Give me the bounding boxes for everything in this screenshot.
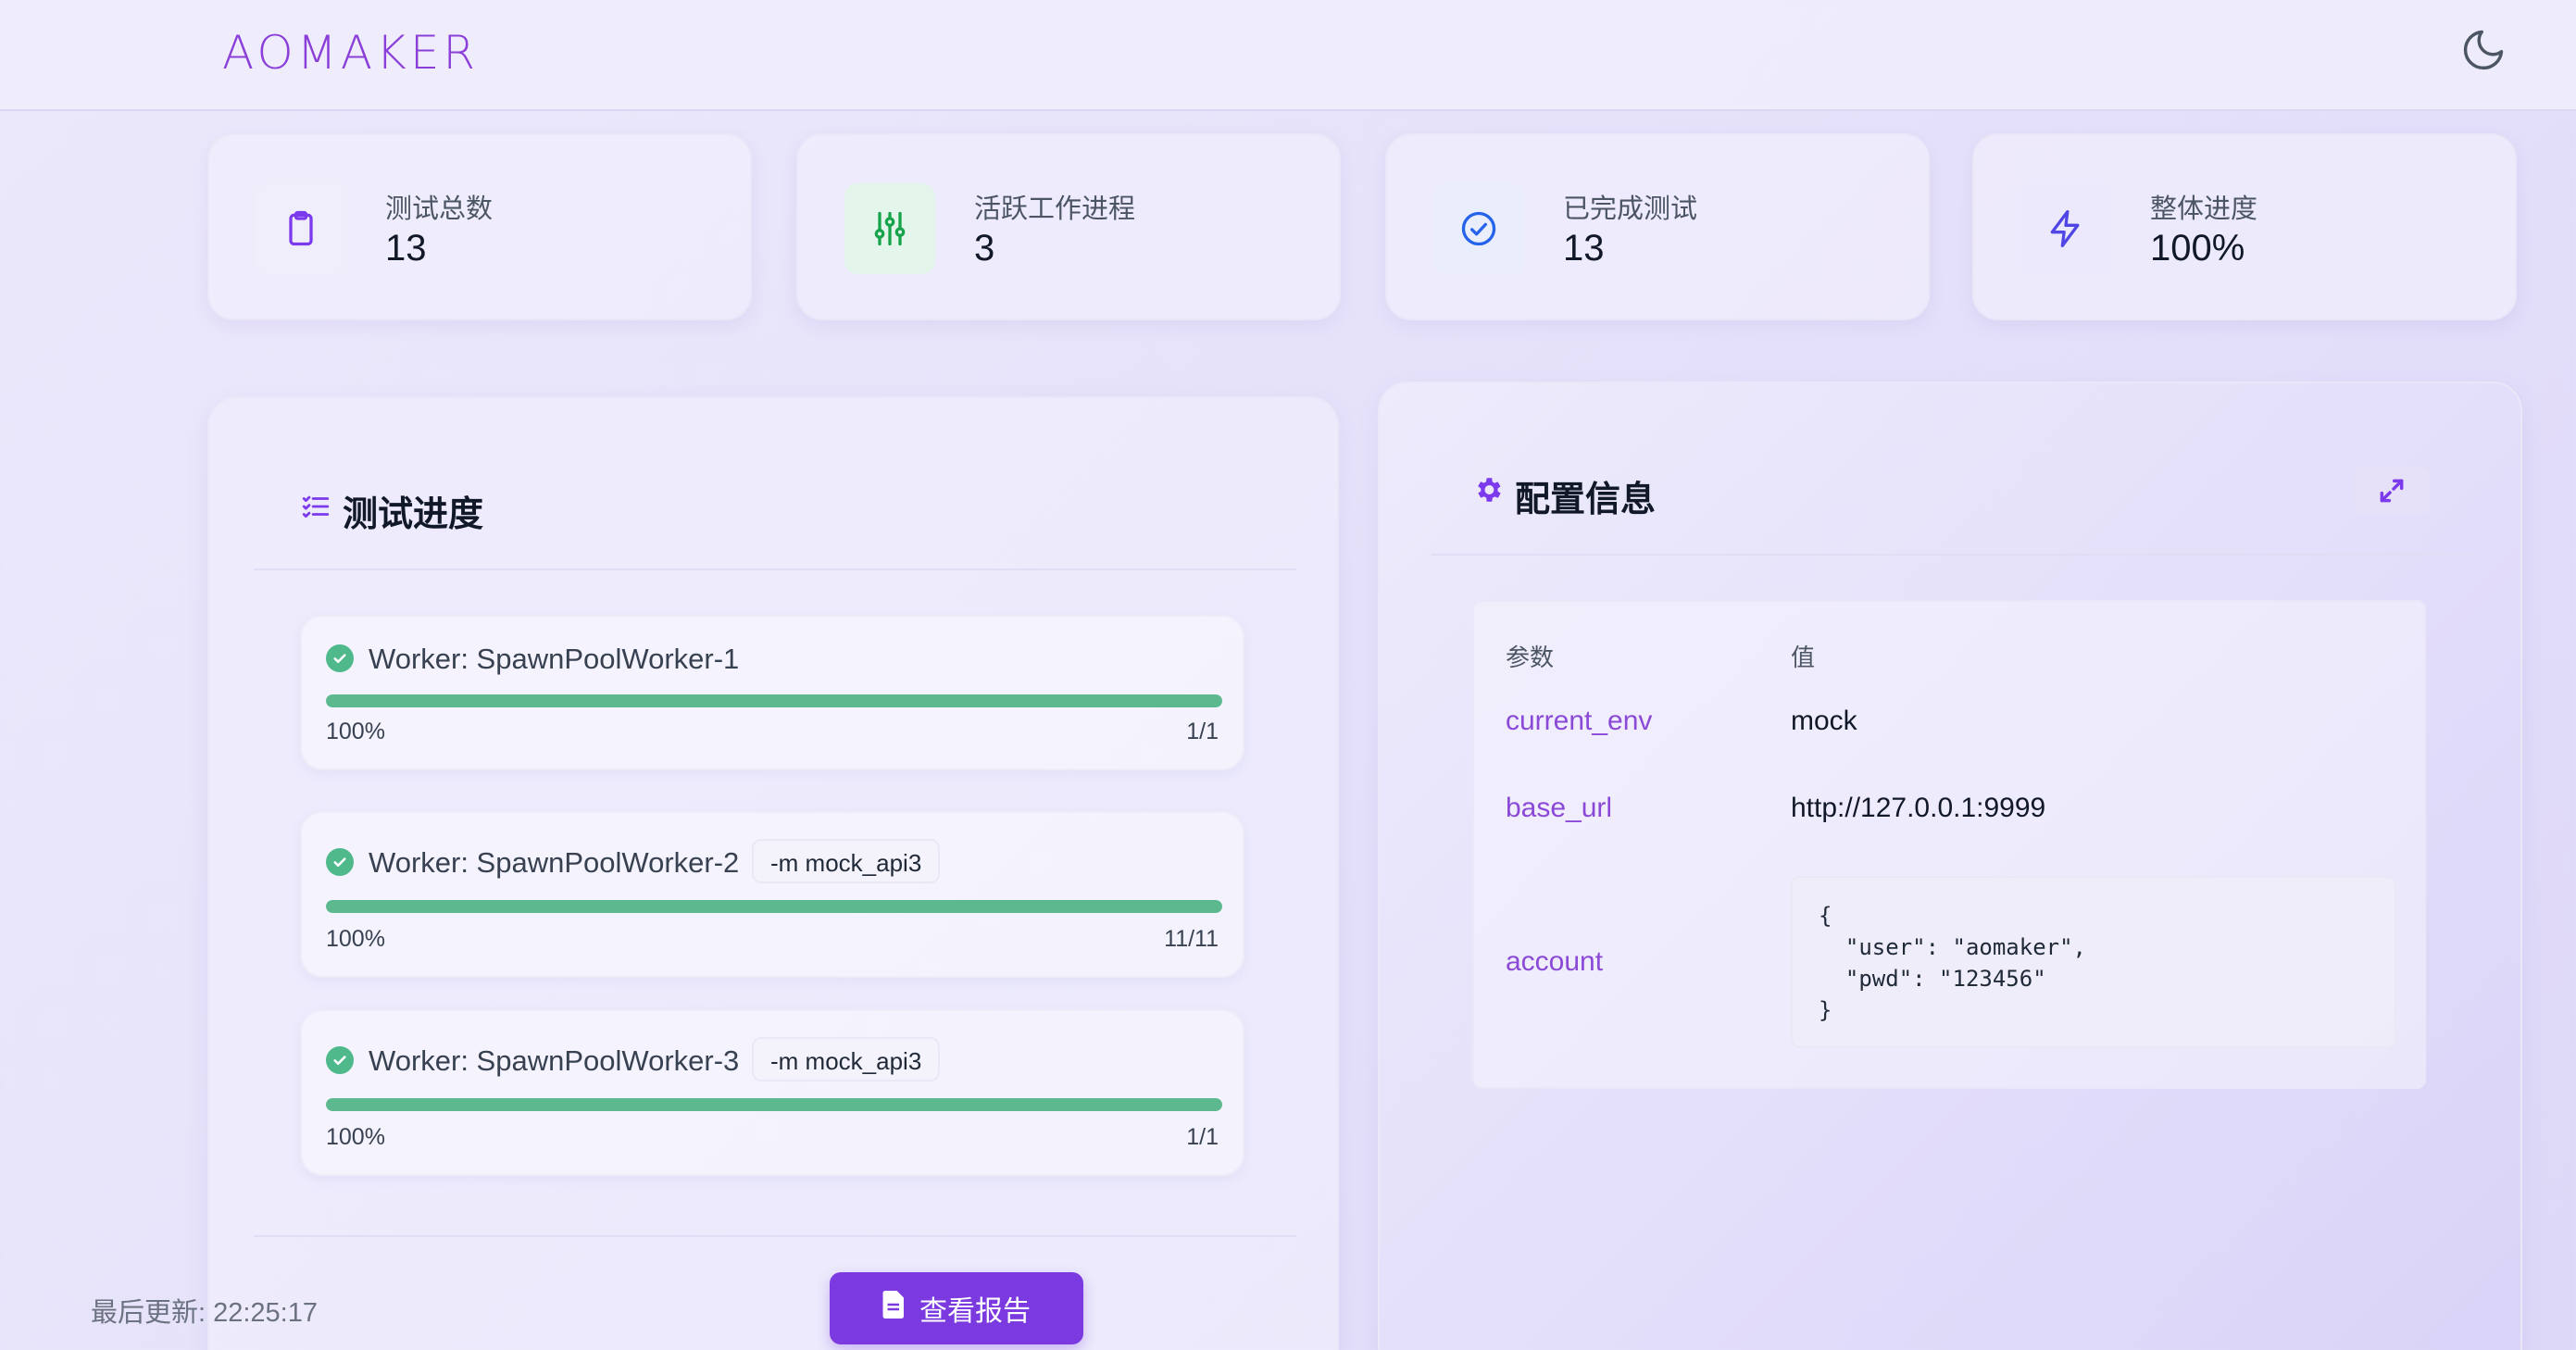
column-header-value: 值 — [1791, 644, 1816, 671]
sliders-icon — [844, 183, 935, 274]
worker-name: Worker: SpawnPoolWorker-2 — [369, 846, 740, 879]
config-key: account — [1506, 946, 1604, 977]
progress-percent: 100% — [326, 1124, 385, 1150]
config-info-panel: 配置信息 参数 值 current_env mock base_url http… — [1378, 381, 2522, 1350]
progress-bar — [326, 1098, 1222, 1111]
divider — [254, 569, 1296, 570]
stat-card-completed-tests: 已完成测试 13 — [1385, 133, 1930, 320]
gear-icon — [1472, 474, 1504, 506]
clipboard-icon — [256, 183, 346, 274]
column-header-param: 参数 — [1506, 644, 1555, 671]
progress-percent: 100% — [326, 926, 385, 952]
worker-marker-tag: -m mock_api3 — [752, 1037, 941, 1081]
panel-title: 配置信息 — [1515, 481, 1657, 519]
view-report-button[interactable]: 查看报告 — [830, 1272, 1083, 1344]
check-icon — [326, 1046, 354, 1074]
app-logo[interactable]: AOMAKER — [222, 26, 479, 80]
divider — [1432, 554, 2472, 556]
progress-bar-fill — [326, 694, 1222, 707]
worker-card: Worker: SpawnPoolWorker-3 -m mock_api3 1… — [300, 1009, 1244, 1176]
progress-bar-fill — [326, 1098, 1222, 1111]
stat-label: 整体进度 — [2150, 194, 2258, 224]
progress-bar-fill — [326, 900, 1222, 913]
check-icon — [326, 644, 354, 672]
test-progress-panel: 测试进度 Worker: SpawnPoolWorker-1 100% 1/1 … — [207, 396, 1339, 1350]
stat-value: 100% — [2150, 228, 2245, 269]
top-bar: AOMAKER — [0, 0, 2576, 111]
worker-marker-tag: -m mock_api3 — [752, 839, 941, 883]
config-value: mock — [1791, 706, 1857, 736]
progress-count: 1/1 — [1186, 1124, 1219, 1150]
divider — [254, 1235, 1296, 1237]
stat-value: 13 — [385, 228, 427, 269]
config-table: 参数 值 current_env mock base_url http://12… — [1472, 600, 2426, 1089]
stat-label: 活跃工作进程 — [974, 194, 1136, 224]
progress-count: 11/11 — [1164, 926, 1219, 952]
stat-value: 3 — [974, 228, 995, 269]
panel-title: 测试进度 — [343, 495, 484, 534]
list-check-icon — [300, 491, 331, 522]
stat-label: 测试总数 — [385, 194, 494, 224]
config-key: base_url — [1506, 793, 1613, 823]
progress-bar — [326, 900, 1222, 913]
config-value-json: { "user": "aomaker", "pwd": "123456" } — [1791, 876, 2396, 1048]
stat-value: 13 — [1563, 228, 1605, 269]
last-update-text: 最后更新: 22:25:17 — [91, 1298, 318, 1328]
config-key: current_env — [1506, 706, 1653, 736]
worker-card: Worker: SpawnPoolWorker-2 -m mock_api3 1… — [300, 811, 1244, 978]
stat-card-total-tests: 测试总数 13 — [207, 133, 752, 320]
check-icon — [326, 848, 354, 876]
worker-card: Worker: SpawnPoolWorker-1 100% 1/1 — [300, 615, 1244, 770]
document-icon — [882, 1291, 907, 1326]
stat-label: 已完成测试 — [1563, 194, 1698, 224]
progress-bar — [326, 694, 1222, 707]
expand-icon — [2380, 479, 2404, 503]
config-value: http://127.0.0.1:9999 — [1791, 793, 2046, 823]
lightning-icon — [2020, 183, 2111, 274]
progress-count: 1/1 — [1186, 719, 1219, 744]
view-report-label: 查看报告 — [919, 1296, 1031, 1327]
worker-name: Worker: SpawnPoolWorker-1 — [369, 643, 740, 675]
check-circle-icon — [1433, 183, 1524, 274]
stat-card-overall-progress: 整体进度 100% — [1972, 133, 2517, 320]
progress-percent: 100% — [326, 719, 385, 744]
worker-name: Worker: SpawnPoolWorker-3 — [369, 1044, 740, 1077]
moon-icon[interactable] — [2459, 26, 2507, 74]
expand-button[interactable] — [2354, 467, 2430, 515]
stat-card-active-workers: 活跃工作进程 3 — [796, 133, 1341, 320]
